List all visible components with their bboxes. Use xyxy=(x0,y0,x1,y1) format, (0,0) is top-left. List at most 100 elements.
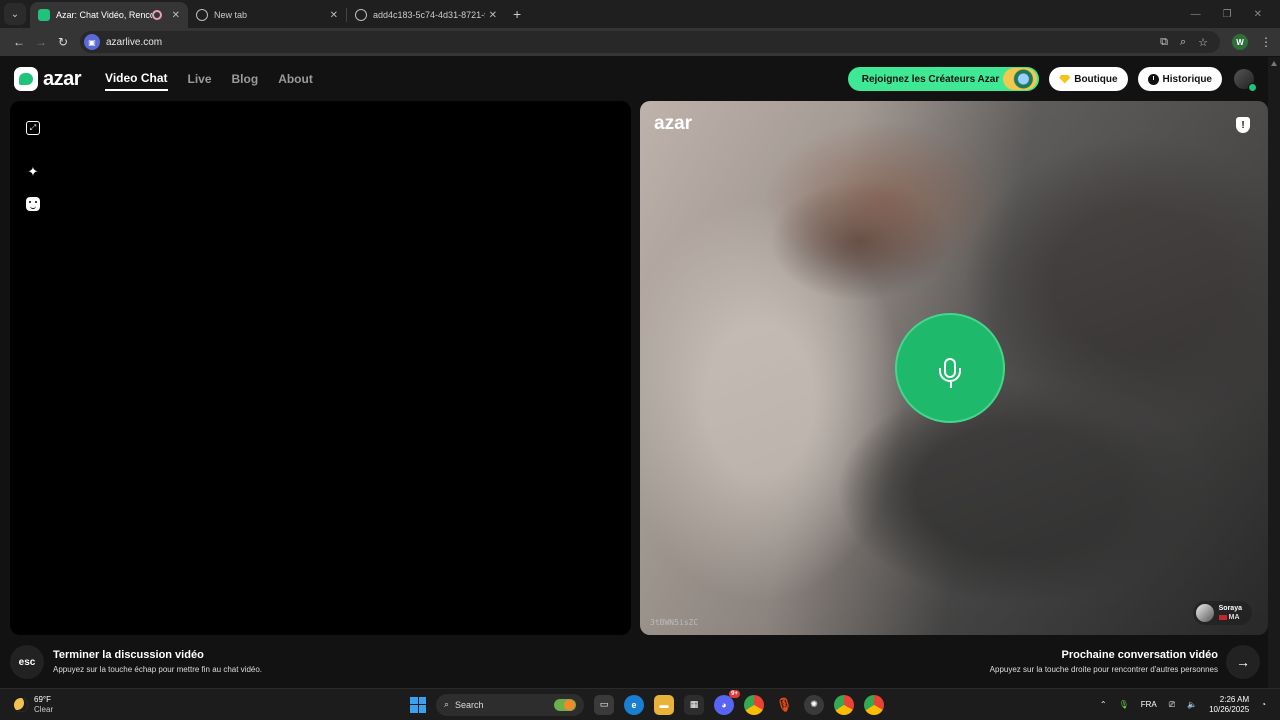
taskbar-apps: ⌕ Search ▭ e ▬ ▦ 9+ ◕ 🎙 ✺ xyxy=(410,689,884,716)
nav-blog[interactable]: Blog xyxy=(232,68,259,90)
tray-chevron-icon[interactable]: ⌃ xyxy=(1100,700,1107,709)
tab-search-icon[interactable]: ⌄ xyxy=(4,3,26,25)
peer-id: 3tBWN5isZC xyxy=(650,618,699,627)
next-chat-arrow-icon[interactable]: → xyxy=(1226,645,1260,679)
search-highlight-icon xyxy=(554,698,576,711)
microphone-icon xyxy=(939,358,961,388)
header-actions: Rejoignez les Créateurs Azar Boutique Hi… xyxy=(847,67,1257,92)
discord-badge: 9+ xyxy=(729,689,740,698)
historique-button[interactable]: Historique xyxy=(1137,67,1222,91)
chrome-w-profile-icon[interactable] xyxy=(864,694,884,715)
azar-page: azar Video Chat Live Blog About Rejoigne… xyxy=(0,57,1268,688)
chatgpt-icon[interactable]: ✺ xyxy=(804,694,824,715)
zoom-icon[interactable]: ⌕ xyxy=(1180,36,1186,49)
back-icon[interactable]: ← xyxy=(8,35,30,49)
peer-avatar xyxy=(1195,604,1214,622)
boutique-button[interactable]: Boutique xyxy=(1049,67,1128,91)
site-header: azar Video Chat Live Blog About Rejoigne… xyxy=(0,57,1268,101)
peer-country: MA xyxy=(1218,613,1242,622)
taskbar-clock[interactable]: 2:26 AM 10/26/2025 xyxy=(1209,695,1249,715)
tray-mic-icon[interactable]: 🎙 xyxy=(1119,700,1129,709)
expand-icon[interactable]: ⤢ xyxy=(26,121,40,135)
tab-title: add4c183-5c74-4d31-8721-f29 xyxy=(373,10,485,20)
file-explorer-icon[interactable]: ▬ xyxy=(654,694,674,715)
globe-icon xyxy=(196,9,208,21)
nav-live[interactable]: Live xyxy=(188,68,212,90)
page-scrollbar[interactable] xyxy=(1268,57,1280,688)
face-mask-icon[interactable] xyxy=(26,197,40,211)
volume-icon[interactable]: 🔈 xyxy=(1187,700,1197,709)
weather-condition: Clear xyxy=(34,704,54,714)
bookmark-star-icon[interactable]: ☆ xyxy=(1198,36,1208,49)
end-chat-button[interactable]: esc xyxy=(10,645,44,679)
weather-temp: 69°F xyxy=(34,694,51,704)
close-tab-icon[interactable]: ✕ xyxy=(172,10,180,21)
sparkle-effects-icon[interactable]: ✦ xyxy=(26,164,40,179)
nav-video-chat[interactable]: Video Chat xyxy=(105,67,168,91)
online-badge-icon xyxy=(1248,83,1257,92)
forward-icon[interactable]: → xyxy=(30,35,52,49)
tab-new-tab[interactable]: New tab ✕ xyxy=(188,2,346,28)
profile-avatar[interactable]: W xyxy=(1232,34,1248,50)
tab-title: New tab xyxy=(214,10,248,20)
restore-icon[interactable]: ❐ xyxy=(1223,9,1232,20)
edge-icon[interactable]: e xyxy=(624,694,644,715)
azar-logo[interactable]: azar xyxy=(14,67,82,91)
reload-icon[interactable]: ↻ xyxy=(52,35,74,49)
omnibox-actions: ⧉ ⌕ ☆ xyxy=(1160,36,1208,49)
install-app-icon[interactable]: ⧉ xyxy=(1160,36,1168,49)
peer-info-card[interactable]: Soraya MA xyxy=(1192,601,1252,625)
boutique-label: Boutique xyxy=(1074,73,1118,85)
remote-azar-watermark: azar xyxy=(654,113,693,134)
azar-logo-icon xyxy=(14,67,38,91)
tab-uuid[interactable]: add4c183-5c74-4d31-8721-f29 ✕ xyxy=(347,2,505,28)
report-shield-icon[interactable]: ! xyxy=(1236,117,1250,133)
system-tray: ⌃ 🎙 FRA ⎚ 🔈 2:26 AM 10/26/2025 ◔ xyxy=(1100,695,1266,715)
browser-menu-icon[interactable]: ⋮ xyxy=(1260,35,1272,49)
weather-widget[interactable]: 69°F Clear xyxy=(14,695,53,715)
controls-footer: esc Terminer la discussion vidéo Appuyez… xyxy=(0,643,1268,683)
next-chat-title: Prochaine conversation vidéo xyxy=(1061,649,1219,661)
omnibox[interactable]: ▣ azarlive.com ⧉ ⌕ ☆ xyxy=(80,31,1220,53)
minimize-icon[interactable]: — xyxy=(1191,9,1201,20)
local-video-panel: ⤢ ✦ xyxy=(10,101,631,635)
search-icon: ⌕ xyxy=(444,699,450,709)
close-tab-icon[interactable]: ✕ xyxy=(330,10,338,21)
clock-icon xyxy=(1147,73,1159,85)
windows-start-icon[interactable] xyxy=(410,696,426,713)
moon-icon xyxy=(14,697,28,712)
microphone-button[interactable] xyxy=(895,313,1005,423)
next-chat-hint: Appuyez sur la touche droite pour rencon… xyxy=(989,665,1218,674)
input-language[interactable]: FRA xyxy=(1141,700,1157,709)
creators-badge-icon xyxy=(1003,68,1038,90)
azar-favicon-icon xyxy=(38,9,50,21)
user-avatar[interactable] xyxy=(1234,69,1257,92)
url-text[interactable]: azarlive.com xyxy=(106,37,162,48)
notifications-icon[interactable]: ◔ xyxy=(1261,700,1266,709)
chrome-profile-icon[interactable] xyxy=(834,694,854,715)
peer-country-code: MA xyxy=(1228,614,1240,621)
close-tab-icon[interactable]: ✕ xyxy=(489,10,497,21)
gem-icon xyxy=(1059,74,1071,84)
end-chat-hint: Appuyez sur la touche échap pour mettre … xyxy=(53,665,263,674)
creators-label: Rejoignez les Créateurs Azar xyxy=(861,73,1000,85)
chrome-icon[interactable] xyxy=(744,694,764,715)
store-icon[interactable]: ▦ xyxy=(684,694,704,715)
tab-title: Azar: Chat Vidéo, Rencontres xyxy=(56,10,152,20)
historique-label: Historique xyxy=(1162,73,1212,85)
recording-icon xyxy=(151,10,162,20)
new-tab-icon[interactable]: + xyxy=(513,6,521,22)
taskbar-search[interactable]: ⌕ Search xyxy=(436,693,584,716)
end-chat-title: Terminer la discussion vidéo xyxy=(53,649,204,661)
close-window-icon[interactable]: ✕ xyxy=(1254,9,1262,20)
tab-azar[interactable]: Azar: Chat Vidéo, Rencontres ✕ xyxy=(30,2,188,28)
clock-time: 2:26 AM xyxy=(1219,694,1250,704)
site-info-icon[interactable]: ▣ xyxy=(84,34,100,50)
remote-video-panel: azar ! 3tBWN5isZC Soraya MA xyxy=(640,101,1268,635)
join-creators-button[interactable]: Rejoignez les Créateurs Azar xyxy=(847,67,1040,91)
task-view-icon[interactable]: ▭ xyxy=(594,694,614,715)
nav-about[interactable]: About xyxy=(278,68,313,90)
recorder-mic-icon[interactable]: 🎙 xyxy=(774,695,794,715)
network-icon[interactable]: ⎚ xyxy=(1169,700,1175,710)
discord-icon[interactable]: 9+ ◕ xyxy=(714,689,740,715)
